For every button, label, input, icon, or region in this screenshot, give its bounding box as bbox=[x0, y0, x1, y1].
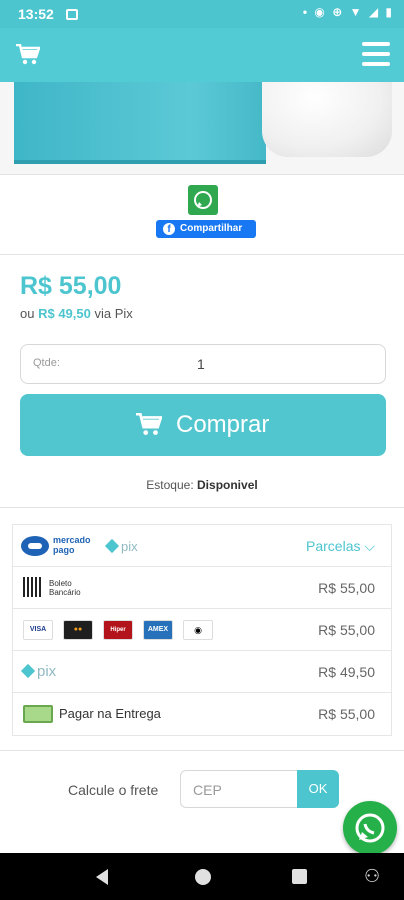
payment-amount: R$ 55,00 bbox=[318, 580, 375, 596]
payment-row: Boleto Bancário R$ 55,00 bbox=[13, 567, 391, 609]
mercado-pago-logo bbox=[21, 536, 49, 556]
facebook-icon: f bbox=[163, 223, 175, 235]
cart-icon[interactable] bbox=[16, 44, 40, 66]
payment-header-row: mercado pago pix Parcelas ⌵ bbox=[13, 525, 391, 567]
whatsapp-icon bbox=[194, 191, 212, 209]
mercado-pago-label: mercado pago bbox=[53, 535, 91, 555]
parcelas-dropdown[interactable]: Parcelas ⌵ bbox=[306, 538, 375, 555]
barcode-icon bbox=[23, 577, 43, 597]
payment-table: mercado pago pix Parcelas ⌵ Boleto Bancári… bbox=[12, 524, 392, 736]
payment-row: Pagar na Entrega R$ 55,00 bbox=[13, 693, 391, 735]
divider bbox=[0, 174, 404, 175]
ok-button[interactable]: OK bbox=[297, 770, 339, 808]
hamburger-icon[interactable] bbox=[362, 42, 390, 66]
stock-status: Estoque: Disponivel bbox=[146, 478, 258, 492]
divider bbox=[0, 507, 404, 508]
accessibility-icon[interactable]: ⚇ bbox=[364, 866, 380, 887]
amex-card-icon: AMEX bbox=[143, 620, 173, 640]
visa-card-icon: VISA bbox=[23, 620, 53, 640]
money-icon bbox=[23, 705, 53, 723]
buy-button[interactable]: Comprar bbox=[20, 394, 386, 456]
pix-price: ou R$ 49,50 via Pix bbox=[20, 306, 133, 321]
pix-logo: pix bbox=[20, 663, 56, 680]
calendar-icon bbox=[66, 9, 78, 20]
back-icon[interactable] bbox=[96, 869, 108, 885]
whatsapp-icon bbox=[355, 813, 385, 843]
buy-button-label: Comprar bbox=[176, 411, 270, 438]
payment-amount: R$ 55,00 bbox=[318, 706, 375, 722]
divider bbox=[0, 254, 404, 255]
android-nav-bar: ⚇ bbox=[0, 853, 404, 900]
cep-placeholder: CEP bbox=[193, 782, 222, 798]
recent-apps-icon[interactable] bbox=[292, 869, 307, 884]
product-case bbox=[262, 82, 392, 157]
payment-row: VISA ●● Hiper AMEX ◉ R$ 55,00 bbox=[13, 609, 391, 651]
quantity-value[interactable]: 1 bbox=[197, 356, 205, 372]
quantity-label: Qtde: bbox=[33, 357, 60, 369]
status-bar: 13:52 • ◉ ⊕ ▼ ◢ ▮ bbox=[0, 0, 404, 28]
pagar-na-entrega-label: Pagar na Entrega bbox=[59, 706, 161, 721]
boleto-label: Boleto Bancário bbox=[49, 579, 81, 597]
facebook-share-label: Compartilhar bbox=[180, 223, 243, 234]
status-icons: • ◉ ⊕ ▼ ◢ ▮ bbox=[302, 5, 394, 19]
frete-label: Calcule o frete bbox=[68, 782, 159, 798]
mastercard-icon: ●● bbox=[63, 620, 93, 640]
payment-amount: R$ 55,00 bbox=[318, 622, 375, 638]
whatsapp-float-button[interactable] bbox=[343, 801, 397, 855]
cep-input[interactable]: CEP bbox=[180, 770, 300, 808]
elo-card-icon: ◉ bbox=[183, 620, 213, 640]
status-time: 13:52 bbox=[18, 6, 54, 22]
app-header bbox=[0, 28, 404, 82]
product-price: R$ 55,00 bbox=[20, 272, 122, 300]
facebook-share-button[interactable]: f Compartilhar bbox=[156, 220, 256, 238]
chevron-down-icon: ⌵ bbox=[364, 538, 375, 554]
whatsapp-share-button[interactable] bbox=[188, 185, 218, 215]
pix-logo: pix bbox=[104, 538, 138, 554]
cart-icon bbox=[136, 413, 162, 435]
divider bbox=[0, 750, 404, 751]
product-box bbox=[14, 82, 266, 164]
home-icon[interactable] bbox=[195, 869, 211, 885]
payment-amount: R$ 49,50 bbox=[318, 664, 375, 680]
product-image bbox=[0, 82, 404, 174]
hipercard-icon: Hiper bbox=[103, 620, 133, 640]
payment-row: pix R$ 49,50 bbox=[13, 651, 391, 693]
quantity-field[interactable]: Qtde: 1 bbox=[20, 344, 386, 384]
